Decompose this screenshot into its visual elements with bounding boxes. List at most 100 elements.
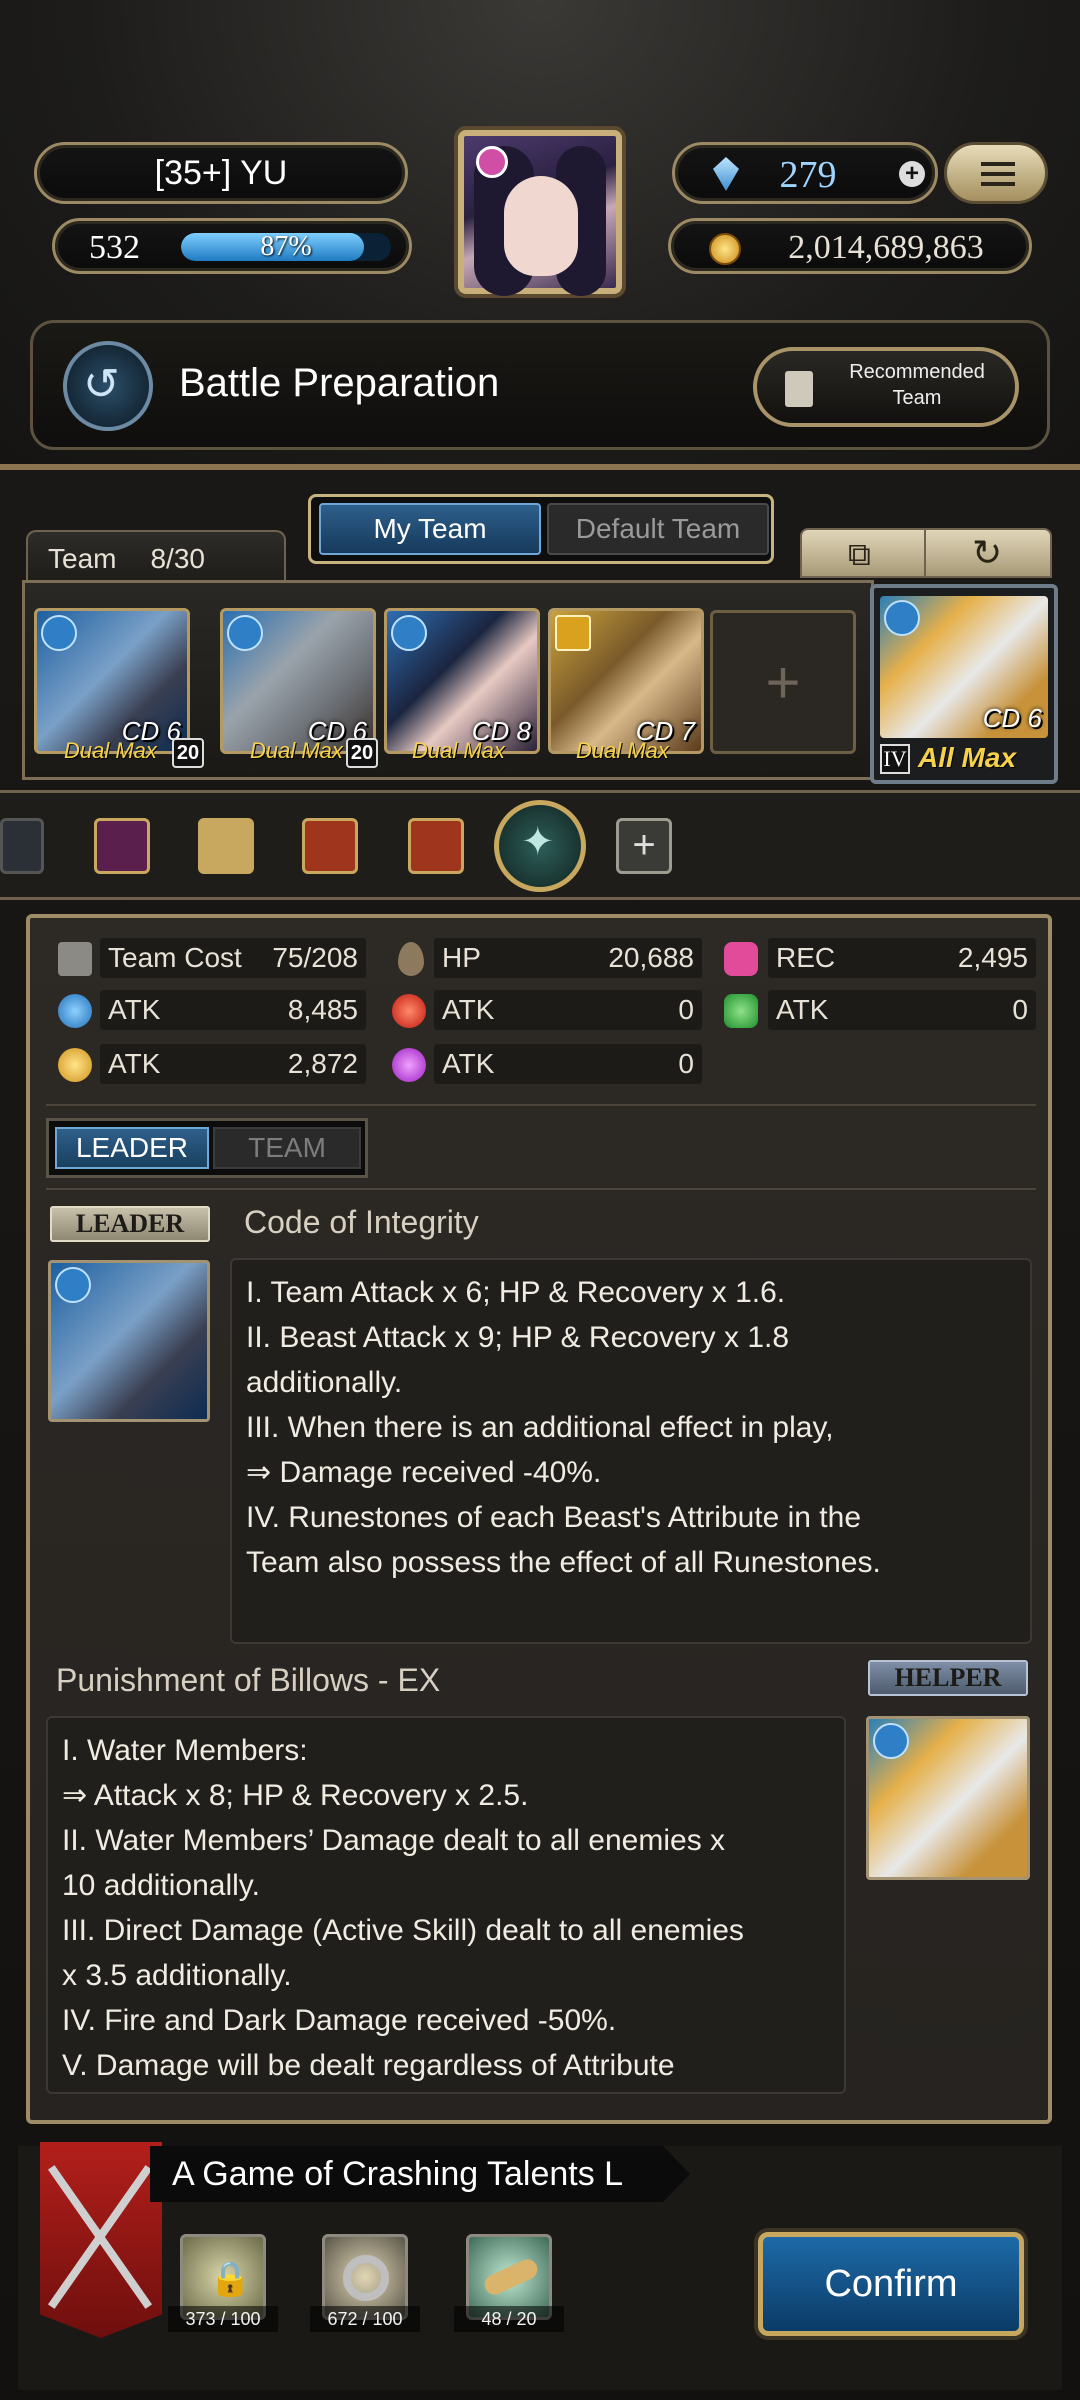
earth-atk-stat: ATK 0: [768, 990, 1036, 1030]
reset-team-button[interactable]: ↻: [928, 530, 1052, 576]
helper-thumbnail[interactable]: [866, 1716, 1030, 1880]
add-gems-icon[interactable]: +: [899, 161, 925, 187]
atk-label: ATK: [776, 994, 829, 1025]
skill-line: IV. Fire and Dark Damage received -50%.: [62, 2004, 617, 2037]
coin-box: 2,014,689,863: [668, 218, 1032, 274]
leader-skill-name: Code of Integrity: [244, 1204, 479, 1240]
fire-atk-stat: ATK 0: [434, 990, 702, 1030]
stage-title-bar: A Game of Crashing Talents L: [150, 2146, 690, 2202]
menu-icon-line: [981, 182, 1015, 186]
light-attribute-icon: [555, 615, 591, 651]
menu-icon: [981, 162, 1015, 166]
helper-skill-description: I. Water Members: ⇒ Attack x 8; HP & Rec…: [46, 1716, 846, 2094]
lock-item-icon: 🔒: [209, 2260, 252, 2298]
coin-count: 2,014,689,863: [788, 229, 984, 266]
recommended-label-line1: Recommended: [849, 361, 985, 383]
water-attribute-icon: [55, 1267, 91, 1303]
player-name-box[interactable]: [35+] YU: [34, 142, 408, 204]
battle-prep-bar: ↺ Battle Preparation Recommended Team: [30, 320, 1050, 450]
water-attribute-icon: [391, 615, 427, 651]
fire-atk-value: 0: [678, 994, 694, 1025]
level-exp-box: 532 87%: [52, 218, 412, 274]
exp-percent: 87%: [260, 233, 312, 261]
confirm-button[interactable]: Confirm: [758, 2232, 1024, 2336]
skill-line: I. Team Attack x 6; HP & Recovery x 1.6.: [246, 1276, 786, 1309]
team-label: Team: [48, 543, 117, 574]
screen-title: Battle Preparation: [179, 361, 500, 405]
team-count: 8/30: [150, 543, 205, 574]
member-tag: Dual Max: [412, 738, 505, 763]
exp-bar: 87%: [181, 233, 391, 261]
recommended-team-button[interactable]: Recommended Team: [753, 347, 1019, 427]
water-atk-value: 8,485: [287, 994, 358, 1025]
atk-label: ATK: [442, 1048, 495, 1079]
skill-line: ⇒ Damage received -40%.: [246, 1456, 602, 1489]
return-arrow-icon: ↺: [83, 360, 120, 409]
empty-team-slot[interactable]: +: [710, 610, 856, 754]
team-member-1[interactable]: CD 6: [34, 608, 190, 754]
filter-human-icon[interactable]: [198, 818, 254, 874]
player-avatar[interactable]: [458, 130, 622, 296]
skill-line: additionally.: [246, 1366, 403, 1399]
refresh-icon: ↻: [972, 532, 1003, 573]
skill-line: 10 additionally.: [62, 1869, 260, 1902]
dark-attribute-icon: [392, 1048, 426, 1082]
team-cost-stat: Team Cost 75/208: [100, 938, 366, 978]
divider: [46, 1104, 1036, 1106]
menu-button[interactable]: [944, 142, 1048, 204]
rec-value: 2,495: [957, 942, 1028, 973]
book-icon: [785, 371, 813, 407]
skill-line: II. Water Members’ Damage dealt to all e…: [62, 1824, 726, 1857]
skill-line: Team also possess the effect of all Rune…: [246, 1546, 881, 1579]
item-count-3: 48 / 20: [454, 2306, 564, 2332]
filter-more-icon[interactable]: +: [616, 818, 672, 874]
hp-value: 20,688: [608, 942, 694, 973]
stage-title: A Game of Crashing Talents L: [172, 2154, 624, 2193]
team-cost-label: Team Cost: [108, 942, 242, 973]
filter-elf-icon[interactable]: [408, 818, 464, 874]
team-member-3[interactable]: CD 8: [384, 608, 540, 754]
hp-stat: HP 20,688: [434, 938, 702, 978]
item-count-1: 373 / 100: [168, 2306, 278, 2332]
leader-thumbnail[interactable]: [48, 1260, 210, 1422]
hammer-icon: [58, 942, 92, 976]
back-button[interactable]: ↺: [63, 341, 153, 431]
team-member-2[interactable]: CD 6: [220, 608, 376, 754]
filter-dragon-icon[interactable]: [302, 818, 358, 874]
leader-skill-description: I. Team Attack x 6; HP & Recovery x 1.6.…: [230, 1258, 1032, 1644]
filter-beast-icon[interactable]: ✦: [494, 800, 586, 892]
rec-stat: REC 2,495: [768, 938, 1036, 978]
member-level: 20: [172, 738, 204, 768]
add-team-button[interactable]: ⧉: [802, 530, 926, 576]
add-member-icon: +: [765, 648, 801, 716]
skill-line: IV. Runestones of each Beast's Attribute…: [246, 1501, 862, 1534]
avatar-face: [504, 176, 578, 276]
battle-preparation-screen: [35+] YU 532 87% 279 + 2,014,689,863 ↺ B…: [0, 0, 1080, 2400]
member-tag: Dual Max: [576, 738, 669, 763]
tab-my-team[interactable]: My Team: [319, 503, 541, 555]
helper-portrait: CD 6: [880, 596, 1048, 738]
filter-demon-icon[interactable]: [94, 818, 150, 874]
helper-slot[interactable]: CD 6 IV All Max: [870, 584, 1058, 784]
light-atk-stat: ATK 2,872: [100, 1044, 366, 1084]
item-count-2: 672 / 100: [310, 2306, 420, 2332]
tab-leader[interactable]: LEADER: [55, 1127, 209, 1169]
helper-rank: IV: [880, 744, 910, 774]
filter-partial-icon[interactable]: [0, 818, 44, 874]
avatar-badge-icon: [476, 146, 508, 178]
helper-tag: All Max: [918, 742, 1017, 773]
team-counter: Team 8/30: [26, 530, 286, 586]
tab-team[interactable]: TEAM: [213, 1127, 361, 1169]
helper-cd: CD 6: [982, 703, 1042, 733]
water-atk-stat: ATK 8,485: [100, 990, 366, 1030]
skill-line: III. Direct Damage (Active Skill) dealt …: [62, 1914, 744, 1947]
team-member-4[interactable]: CD 7: [548, 608, 704, 754]
gem-box[interactable]: 279 +: [672, 142, 938, 204]
skill-line: II. Beast Attack x 9; HP & Recovery x 1.…: [246, 1321, 790, 1354]
tab-default-team[interactable]: Default Team: [547, 503, 769, 555]
coin-icon: [709, 233, 741, 265]
atk-label: ATK: [442, 994, 495, 1025]
atk-label: ATK: [108, 1048, 161, 1079]
team-tools: ⧉ ↻: [800, 528, 1052, 578]
helper-skill-name: Punishment of Billows - EX: [56, 1662, 441, 1698]
